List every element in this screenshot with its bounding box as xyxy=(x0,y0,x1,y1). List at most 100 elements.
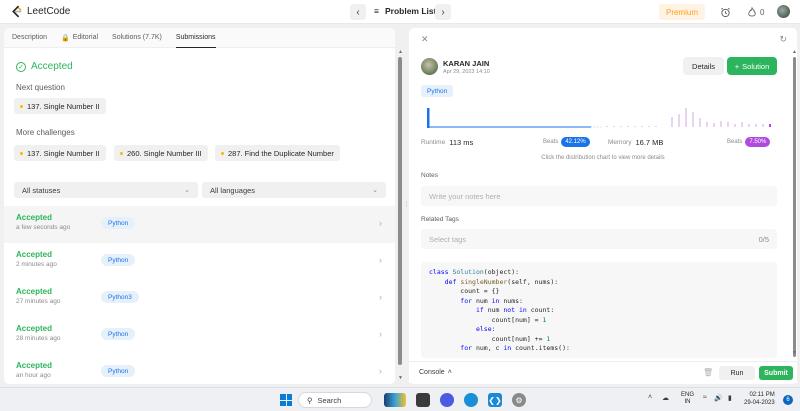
clock-date: 29-04-2023 xyxy=(744,399,775,406)
runtime-bar-highlight xyxy=(427,108,430,128)
submission-status: Accepted xyxy=(16,361,53,370)
scroll-down-arrow-icon[interactable]: ▼ xyxy=(398,375,403,381)
scroll-up-arrow-icon[interactable]: ▲ xyxy=(792,49,797,55)
code-line: count[num] += 1 xyxy=(429,335,769,345)
windows-start-icon[interactable] xyxy=(280,394,292,406)
tab-editorial-label: Editorial xyxy=(72,34,99,41)
memory-bar xyxy=(678,114,680,127)
scroll-down-arrow-icon[interactable]: ▼ xyxy=(792,350,797,356)
right-scrollbar-thumb[interactable] xyxy=(793,57,796,357)
memory-bar xyxy=(699,118,701,127)
challenge-chip[interactable]: 260. Single Number III xyxy=(114,145,208,161)
code-line: else: xyxy=(429,325,769,335)
tab-editorial[interactable]: 🔒 Editorial xyxy=(61,28,98,48)
tray-chevron-up-icon[interactable]: ˄ xyxy=(648,394,652,401)
input-language-indicator[interactable]: ENG IN xyxy=(681,392,694,406)
language-filter-select[interactable]: All languages ⌄ xyxy=(202,182,386,198)
memory-bar xyxy=(748,124,750,127)
battery-icon[interactable]: ▮ xyxy=(728,394,732,402)
status-filter-select[interactable]: All statuses ⌄ xyxy=(14,182,198,198)
prev-problem-button[interactable]: ‹ xyxy=(350,4,366,20)
challenge-chip[interactable]: 287. Find the Duplicate Number xyxy=(215,145,340,161)
tray-onedrive-icon[interactable]: ☁ xyxy=(662,394,669,402)
submission-time: an hour ago xyxy=(16,372,51,379)
taskbar-search[interactable]: ⚲ Search xyxy=(298,392,372,408)
distribution-chart[interactable] xyxy=(421,104,781,134)
chevron-down-icon: ⌄ xyxy=(184,187,190,194)
left-scrollbar-thumb[interactable] xyxy=(398,57,402,365)
memory-bar xyxy=(606,126,608,127)
scroll-up-arrow-icon[interactable]: ▲ xyxy=(398,49,403,55)
taskbar-app-widget-icon[interactable] xyxy=(384,393,406,407)
code-line: count[num] = 1 xyxy=(429,316,769,326)
submission-row[interactable]: Accepted an hour ago Python › xyxy=(4,354,395,384)
submit-button[interactable]: Submit xyxy=(759,366,793,380)
tab-description[interactable]: Description xyxy=(12,28,47,48)
console-toggle[interactable]: Console ˄ xyxy=(419,369,452,376)
close-icon[interactable]: ✕ xyxy=(421,34,429,45)
tab-submissions[interactable]: Submissions xyxy=(175,28,216,48)
tab-description-label: Description xyxy=(12,34,48,41)
chevron-down-icon: ⌄ xyxy=(372,187,378,194)
memory-beats-pill: 7.50% xyxy=(745,137,771,147)
submission-lang-badge: Python xyxy=(101,254,136,266)
code-line: for num in nums: xyxy=(429,297,769,307)
profile-avatar[interactable] xyxy=(777,5,790,18)
memory-bar xyxy=(655,126,657,127)
refresh-icon[interactable]: ↻ xyxy=(779,34,787,45)
code-viewer[interactable]: class Solution(object): def singleNumber… xyxy=(421,262,777,358)
memory-bar xyxy=(648,126,650,127)
tab-solutions[interactable]: Solutions (7.7K) xyxy=(112,28,162,48)
taskbar-app-edge-icon[interactable] xyxy=(464,393,478,407)
submission-row[interactable]: Accepted 2 minutes ago Python › xyxy=(4,243,395,280)
notes-input[interactable]: Write your notes here xyxy=(421,186,777,206)
volume-icon[interactable]: 🔊 xyxy=(714,394,723,402)
memory-bar xyxy=(762,124,764,127)
related-tags-label: Related Tags xyxy=(421,216,459,223)
code-token: Solution xyxy=(452,268,484,276)
submission-row[interactable]: Accepted a few seconds ago Python › xyxy=(4,206,395,243)
submission-row[interactable]: Accepted 28 minutes ago Python › xyxy=(4,317,395,354)
tags-select[interactable]: Select tags 0/5 xyxy=(421,229,777,249)
next-question-chip[interactable]: 137. Single Number II xyxy=(14,98,106,114)
leetcode-logo[interactable]: LeetCode xyxy=(10,5,70,18)
trash-icon[interactable]: 🗑 xyxy=(703,368,713,377)
lock-icon: 🔒 xyxy=(61,34,70,42)
chart-hint: Click the distribution chart to view mor… xyxy=(541,155,665,161)
streak-counter[interactable]: 0 xyxy=(747,4,764,20)
memory-distribution xyxy=(606,108,771,127)
lang-line1: ENG xyxy=(681,392,695,398)
submission-time: a few seconds ago xyxy=(16,224,71,231)
code-token: count: xyxy=(530,306,555,314)
plus-icon: + xyxy=(734,61,740,71)
runtime-beats-pill: 42.12% xyxy=(561,137,590,147)
timer-button[interactable] xyxy=(720,4,731,20)
taskbar-clock[interactable]: 02:11 PM 29-04-2023 xyxy=(744,392,775,407)
submission-row[interactable]: Accepted 27 minutes ago Python3 › xyxy=(4,280,395,317)
user-avatar[interactable] xyxy=(421,58,438,75)
problem-list-button[interactable]: ≡ Problem List xyxy=(374,6,436,16)
user-name[interactable]: KARAN JAIN xyxy=(443,59,489,68)
solution-button[interactable]: + Solution xyxy=(727,57,777,75)
code-token: for xyxy=(429,344,476,352)
wifi-icon[interactable]: ≈ xyxy=(703,394,707,401)
chevron-right-icon: › xyxy=(379,218,382,228)
run-button[interactable]: Run xyxy=(719,366,755,380)
details-button[interactable]: Details xyxy=(683,57,724,75)
next-problem-button[interactable]: › xyxy=(435,4,451,20)
code-token: def xyxy=(429,277,461,286)
challenge-chip[interactable]: 137. Single Number II xyxy=(14,145,106,161)
taskbar-app-vscode-icon[interactable]: ❮❯ xyxy=(488,393,502,407)
taskbar-app-explorer-icon[interactable] xyxy=(416,393,430,407)
premium-button[interactable]: Premium xyxy=(659,4,705,20)
taskbar-app-settings-icon[interactable]: ⚙ xyxy=(512,393,526,407)
taskbar-app-chat-icon[interactable] xyxy=(440,393,454,407)
notes-label: Notes xyxy=(421,172,438,179)
memory-bar xyxy=(713,123,715,127)
code-token: nums: xyxy=(503,296,523,305)
check-circle-icon: ✓ xyxy=(16,61,26,72)
notification-badge[interactable]: 6 xyxy=(783,395,793,405)
memory-bar xyxy=(727,122,729,127)
memory-metric: Memory 16.7 MB xyxy=(608,138,663,147)
runtime-beats-label: Beats xyxy=(543,139,559,145)
